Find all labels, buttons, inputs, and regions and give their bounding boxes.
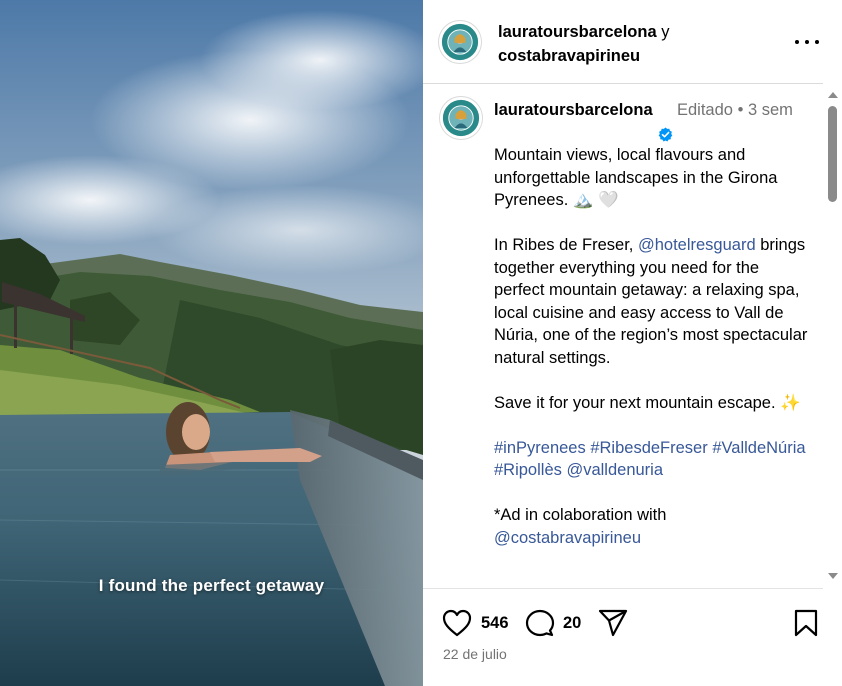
verified-badge-icon xyxy=(658,127,673,142)
caption-header: lauratoursbarcelona Editado • 3 sem xyxy=(494,99,814,144)
caption-paragraph: *Ad in colaboration with @costabravapiri… xyxy=(494,504,814,549)
caption-paragraph: Save it for your next mountain escape. ✨ xyxy=(494,393,801,412)
caption-author-avatar[interactable] xyxy=(440,97,482,139)
author-primary-link[interactable]: lauratoursbarcelona xyxy=(498,23,657,41)
post-actions: 546 20 22 de julio xyxy=(423,588,823,686)
video-caption: I found the perfect getaway xyxy=(98,576,325,595)
time-ago[interactable]: 3 sem xyxy=(748,101,793,119)
caption-scrollbar[interactable] xyxy=(824,86,842,586)
caption-text-span: *Ad in colaboration with xyxy=(494,506,667,524)
scroll-up-arrow-icon[interactable] xyxy=(828,92,838,98)
mention-valldenuria-link[interactable]: @valldenuria xyxy=(566,461,663,479)
author-joiner: y xyxy=(661,23,670,41)
heart-icon[interactable] xyxy=(442,609,472,637)
more-dot xyxy=(815,40,819,44)
likes-count[interactable]: 546 xyxy=(481,613,509,633)
post-media[interactable]: I found the perfect getaway xyxy=(0,0,423,686)
author-avatar[interactable] xyxy=(439,21,481,63)
hashtag-link[interactable]: #RibesdeFreser xyxy=(590,439,707,457)
hashtag-link[interactable]: #Ripollès xyxy=(494,461,562,479)
scrollbar-thumb[interactable] xyxy=(828,106,837,202)
post-caption: lauratoursbarcelona Editado • 3 sem Moun… xyxy=(494,99,814,549)
edited-label: Editado xyxy=(677,101,733,119)
caption-paragraph: In Ribes de Freser, @hotelresguard bring… xyxy=(494,234,814,369)
avatar-image xyxy=(442,99,480,137)
mention-hotelresguard-link[interactable]: @hotelresguard xyxy=(638,236,756,254)
caption-text-span: brings together everything you need for … xyxy=(494,236,808,367)
caption-username-link[interactable]: lauratoursbarcelona xyxy=(494,99,654,122)
caption-text: Mountain views, local flavours and unfor… xyxy=(494,144,814,549)
avatar-image xyxy=(441,23,479,61)
comment-icon[interactable] xyxy=(525,609,555,637)
share-icon[interactable] xyxy=(598,609,628,637)
more-horizontal-icon xyxy=(795,40,799,44)
more-options-button[interactable] xyxy=(795,32,819,52)
post-details-panel: lauratoursbarcelona y costabravapirineu xyxy=(423,0,842,686)
post-authors: lauratoursbarcelona y costabravapirineu xyxy=(498,20,669,68)
scroll-down-arrow-icon[interactable] xyxy=(828,573,838,579)
mention-costabravapirineu-link[interactable]: @costabravapirineu xyxy=(494,529,641,547)
hashtag-link[interactable]: #ValldeNúria xyxy=(712,439,805,457)
caption-text-span: In Ribes de Freser, xyxy=(494,236,638,254)
caption-scroll-area[interactable]: lauratoursbarcelona Editado • 3 sem Moun… xyxy=(423,85,823,588)
post-header: lauratoursbarcelona y costabravapirineu xyxy=(423,0,823,84)
post-meta: Editado • 3 sem xyxy=(677,99,793,122)
comments-count[interactable]: 20 xyxy=(563,613,581,633)
hashtag-link[interactable]: #inPyrenees xyxy=(494,439,586,457)
bookmark-icon[interactable] xyxy=(793,609,819,637)
caption-paragraph: Mountain views, local flavours and unfor… xyxy=(494,146,778,209)
post-date[interactable]: 22 de julio xyxy=(443,646,507,662)
hashtag-line: #inPyrenees #RibesdeFreser #ValldeNúria … xyxy=(494,437,814,482)
author-secondary-link[interactable]: costabravapirineu xyxy=(498,47,640,65)
meta-separator: • xyxy=(737,101,744,119)
more-dot xyxy=(805,40,809,44)
